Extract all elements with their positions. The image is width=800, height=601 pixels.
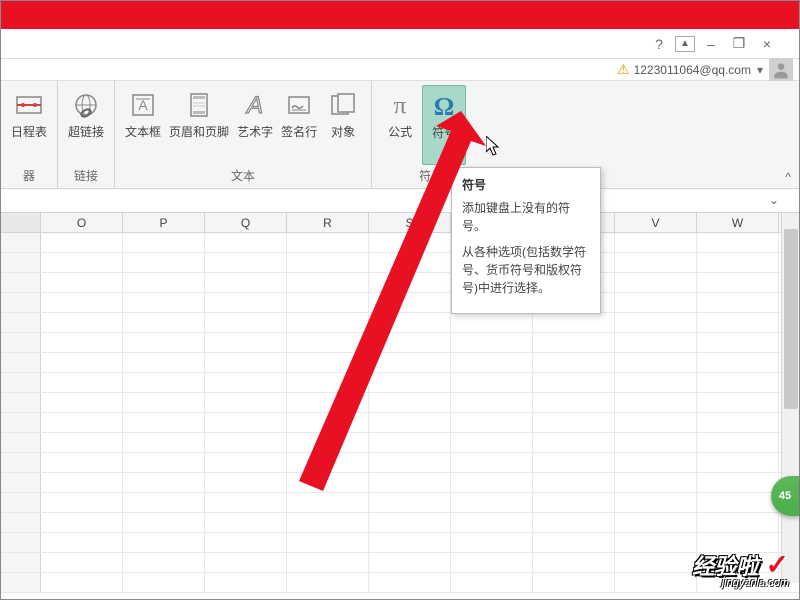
formula-expand-button[interactable]: ⌄ <box>769 193 779 207</box>
group-label: 符号 <box>419 165 443 186</box>
col-header[interactable]: Q <box>205 213 287 232</box>
textbox-button[interactable]: A 文本框 <box>121 85 165 165</box>
formula-bar[interactable]: ⌄ <box>1 189 799 213</box>
col-header[interactable]: O <box>41 213 123 232</box>
titlebar: ? ▲ – ❐ × <box>1 29 799 59</box>
user-email: 1223011064@qq.com <box>634 63 751 77</box>
column-headers: O P Q R S T U V W <box>1 213 799 233</box>
ribbon: 日程表 器 超链接 链接 A 文本框 <box>1 81 799 189</box>
svg-text:Ω: Ω <box>434 92 455 121</box>
cell-grid[interactable] <box>1 233 799 593</box>
col-header[interactable]: S <box>369 213 451 232</box>
scrollbar-thumb[interactable] <box>784 229 798 409</box>
signature-icon <box>283 89 315 121</box>
object-button[interactable]: 对象 <box>321 85 365 165</box>
ribbon-options-button[interactable]: ▲ <box>675 36 695 52</box>
tooltip-line: 添加键盘上没有的符号。 <box>462 199 590 235</box>
col-header[interactable]: P <box>123 213 205 232</box>
close-button[interactable]: × <box>755 34 779 54</box>
group-label: 文本 <box>231 165 255 186</box>
svg-text:A: A <box>245 92 263 119</box>
wordart-icon: A <box>239 89 271 121</box>
timeline-icon <box>13 89 45 121</box>
tooltip-title: 符号 <box>462 176 590 193</box>
timeline-button[interactable]: 日程表 <box>7 85 51 165</box>
vertical-scrollbar[interactable] <box>781 213 799 583</box>
header-footer-button[interactable]: 页眉和页脚 <box>165 85 233 165</box>
user-account[interactable]: ⚠ 1223011064@qq.com ▾ <box>617 58 793 82</box>
group-label: 链接 <box>74 165 98 186</box>
avatar <box>769 58 793 82</box>
minimize-button[interactable]: – <box>699 34 723 54</box>
wordart-button[interactable]: A 艺术字 <box>233 85 277 165</box>
ribbon-group-links: 超链接 链接 <box>58 81 115 188</box>
svg-text:π: π <box>394 91 407 120</box>
symbol-icon: Ω <box>428 90 460 122</box>
tooltip-line: 从各种选项(包括数学符号、货币符号和版权符号)中进行选择。 <box>462 243 590 297</box>
hyperlink-button[interactable]: 超链接 <box>64 85 108 165</box>
chevron-down-icon: ▾ <box>757 63 763 77</box>
ribbon-group-text: A 文本框 页眉和页脚 A 艺术字 签名行 <box>115 81 372 188</box>
hyperlink-icon <box>70 89 102 121</box>
equation-icon: π <box>384 89 416 121</box>
select-all-corner[interactable] <box>1 213 41 232</box>
col-header[interactable]: V <box>615 213 697 232</box>
signature-button[interactable]: 签名行 <box>277 85 321 165</box>
ribbon-collapse-button[interactable]: ^ <box>785 170 791 184</box>
col-header[interactable]: R <box>287 213 369 232</box>
watermark: 经验啦 ✓ jingyanla.com <box>692 548 789 589</box>
col-header[interactable]: W <box>697 213 779 232</box>
symbol-tooltip: 符号 添加键盘上没有的符号。 从各种选项(包括数学符号、货币符号和版权符号)中进… <box>451 167 601 314</box>
help-button[interactable]: ? <box>647 34 671 54</box>
watermark-text: 经验啦 <box>692 554 758 579</box>
restore-button[interactable]: ❐ <box>727 34 751 54</box>
checkmark-icon: ✓ <box>766 549 789 580</box>
textbox-icon: A <box>127 89 159 121</box>
header-footer-icon <box>183 89 215 121</box>
red-banner <box>1 1 799 29</box>
symbol-button[interactable]: Ω 符号 <box>422 85 466 165</box>
spreadsheet: ⌄ O P Q R S T U V W <box>1 189 799 593</box>
object-icon <box>327 89 359 121</box>
ribbon-group-timeline: 日程表 器 <box>1 81 58 188</box>
equation-button[interactable]: π 公式 <box>378 85 422 165</box>
warning-icon: ⚠ <box>617 61 630 78</box>
group-label: 器 <box>23 165 35 186</box>
